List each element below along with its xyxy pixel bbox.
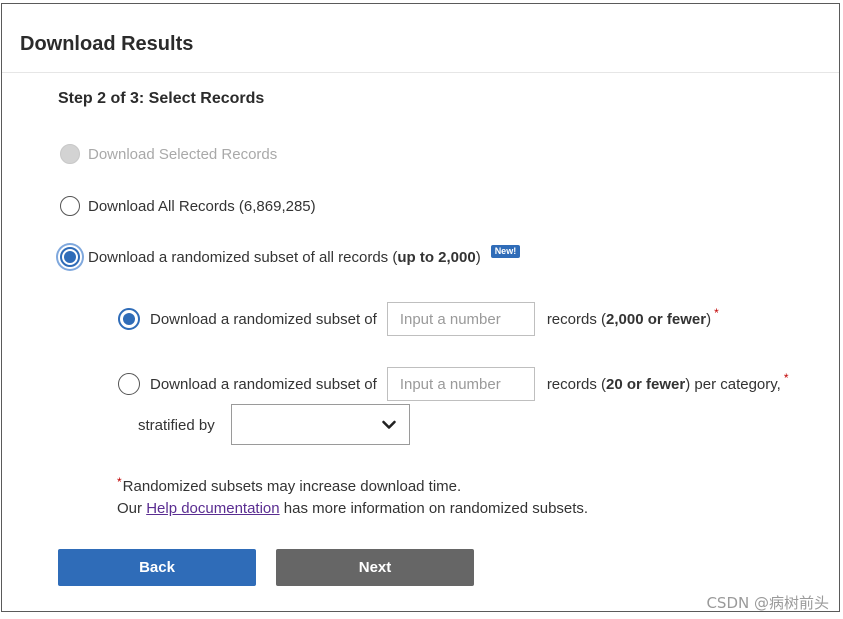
suboption-stratified-suffix: records (20 or fewer) per category, xyxy=(546,375,781,393)
radio-download-selected xyxy=(60,144,80,164)
stratified-by-label: stratified by xyxy=(138,417,215,434)
option-download-all[interactable]: Download All Records (6,869,285) xyxy=(60,196,316,216)
suboption-simple-suffix: records (2,000 or fewer) xyxy=(546,310,712,328)
all-records-count: (6,869,285) xyxy=(238,197,316,215)
required-mark: * xyxy=(783,371,789,385)
radio-random-stratified[interactable] xyxy=(118,373,140,395)
watermark: CSDN @病树前头 xyxy=(706,594,829,612)
help-documentation-link[interactable]: Help documentation xyxy=(146,500,279,517)
suboption-random-stratified[interactable]: Download a randomized subset of records … xyxy=(118,367,789,401)
back-button[interactable]: Back xyxy=(58,549,256,586)
step-heading: Step 2 of 3: Select Records xyxy=(58,90,265,107)
dialog-header: Download Results xyxy=(2,4,839,73)
radio-random-simple[interactable] xyxy=(118,308,140,330)
note-download-time: *Randomized subsets may increase downloa… xyxy=(117,475,462,495)
suboption-stratified-prefix: Download a randomized subset of xyxy=(150,375,377,393)
required-mark: * xyxy=(714,306,719,320)
option-download-selected-label: Download Selected Records xyxy=(88,145,278,163)
option-random-subset-label: Download a randomized subset of all reco… xyxy=(88,248,481,266)
option-download-all-label: Download All Records (6,869,285) xyxy=(88,197,316,215)
option-random-subset[interactable]: Download a randomized subset of all reco… xyxy=(60,244,521,267)
radio-random-subset[interactable] xyxy=(60,247,80,267)
radio-dot xyxy=(64,251,76,263)
radio-download-all[interactable] xyxy=(60,196,80,216)
chevron-down-icon xyxy=(382,420,396,429)
option-download-selected: Download Selected Records xyxy=(60,144,277,164)
stratified-count-input[interactable] xyxy=(386,367,535,401)
suboption-simple-prefix: Download a randomized subset of xyxy=(150,310,377,328)
note-help: Our Help documentation has more informat… xyxy=(117,500,589,517)
dialog-title: Download Results xyxy=(20,33,194,55)
simple-count-input[interactable] xyxy=(386,302,535,336)
suboption-random-simple[interactable]: Download a randomized subset of records … xyxy=(118,302,719,336)
new-badge: New! xyxy=(490,244,521,258)
required-mark: * xyxy=(117,475,122,489)
next-button[interactable]: Next xyxy=(276,549,474,586)
stratified-by-select[interactable] xyxy=(231,404,410,445)
radio-dot xyxy=(123,313,135,325)
